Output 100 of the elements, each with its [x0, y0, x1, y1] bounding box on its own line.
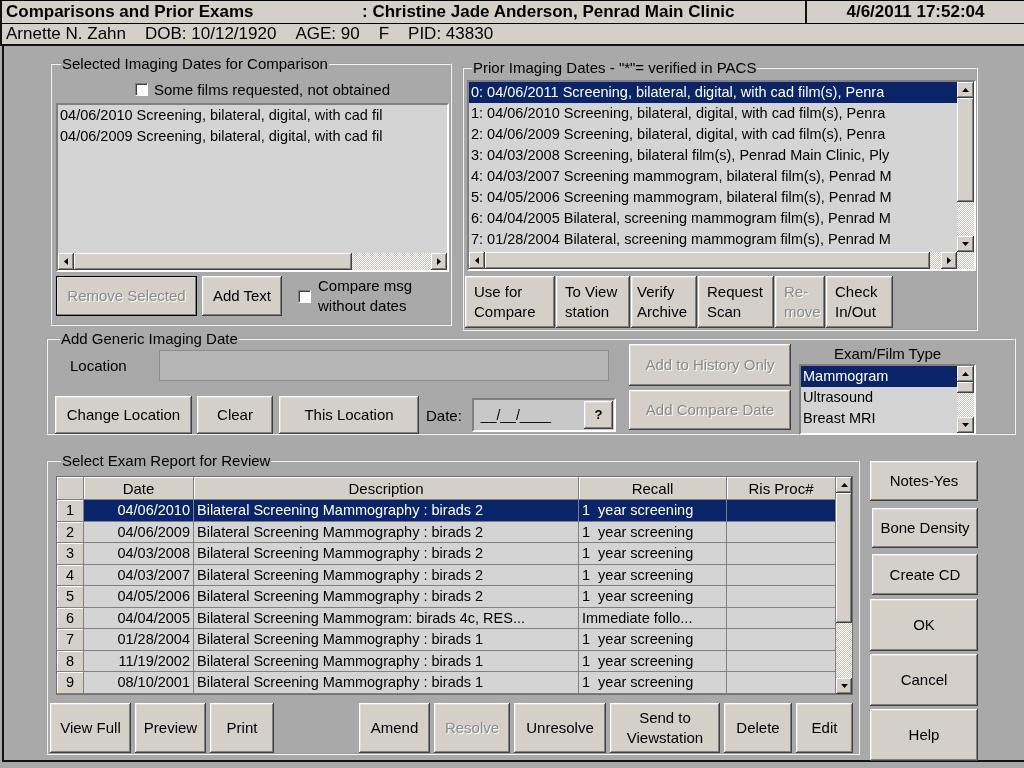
request-scan-button[interactable]: Request Scan — [698, 276, 774, 328]
table-cell: 04/06/2010 — [84, 500, 194, 522]
table-cell: 1 year screening — [579, 672, 727, 694]
table-cell: 1 year screening — [579, 629, 727, 651]
selected-dates-list[interactable]: 04/06/2010 Screening, bilateral, digital, with cad fil 04/06/2009 Screening, bilateral, digital, with cad fil — [56, 103, 449, 272]
table-row[interactable]: 11/19/2002 Bilateral Screening Mammography : birads 1 1 year screening — [84, 650, 836, 672]
vertical-scrollbar[interactable] — [836, 477, 852, 694]
table-cell: 1 year screening — [579, 543, 727, 565]
patient-name: Arnette N. Zahn — [6, 24, 126, 44]
checkbox-label: Some films requested, not obtained — [154, 80, 390, 98]
preview-button[interactable]: Preview — [135, 703, 206, 753]
checkbox[interactable] — [135, 82, 148, 96]
edit-button[interactable]: Edit — [796, 703, 853, 753]
table-row[interactable]: 08/10/2001 Bilateral Screening Mammography : birads 1 1 year screening — [84, 672, 836, 694]
table-row[interactable]: 04/06/2010 Bilateral Screening Mammography : birads 2 1 year screening — [84, 500, 836, 522]
bone-density-button[interactable]: Bone Density — [872, 508, 978, 548]
to-viewstation-button[interactable]: To View station — [556, 276, 630, 328]
location-field[interactable] — [159, 349, 609, 381]
scrollbar-thumb[interactable] — [836, 493, 852, 623]
table-cell: 04/03/2008 — [84, 543, 194, 565]
list-item[interactable]: 1: 04/06/2010 Screening, bilateral, digital, with cad film(s), Penra — [469, 103, 957, 124]
table-row[interactable]: 04/05/2006 Bilateral Screening Mammography : birads 2 1 year screening — [84, 586, 836, 608]
view-full-button[interactable]: View Full — [50, 703, 131, 753]
table-row[interactable]: 01/28/2004 Bilateral Screening Mammography : birads 1 1 year screening — [84, 629, 836, 651]
column-header[interactable]: Recall — [579, 477, 727, 500]
vertical-scrollbar[interactable] — [957, 82, 974, 252]
check-in-out-button[interactable]: Check In/Out — [826, 276, 893, 328]
scroll-right-button[interactable] — [431, 253, 447, 270]
arrow-right-icon — [437, 258, 441, 265]
scroll-right-button[interactable] — [941, 252, 957, 269]
unresolve-button[interactable]: Unresolve — [514, 703, 606, 753]
help-button[interactable]: Help — [870, 709, 978, 761]
amend-button[interactable]: Amend — [359, 703, 430, 753]
list-item[interactable]: 0: 04/06/2011 Screening, bilateral, digital, with cad film(s), Penra — [469, 82, 957, 103]
use-for-compare-button[interactable]: Use for Compare — [465, 276, 555, 328]
date-label: Date: — [426, 406, 462, 424]
list-item[interactable]: 3: 04/03/2008 Screening, bilateral film(s), Penrad Main Clinic, Ply — [469, 145, 957, 166]
date-help-button[interactable]: ? — [583, 401, 613, 429]
notes-button[interactable]: Notes-Yes — [870, 461, 978, 501]
ok-button[interactable]: OK — [870, 599, 978, 651]
group-title: Select Exam Report for Review — [61, 453, 272, 469]
table-cell: Bilateral Screening Mammography : birads 1 — [194, 629, 579, 651]
date-field[interactable]: __/__/____ ? — [471, 398, 616, 432]
arrow-left-icon — [475, 257, 479, 264]
scroll-left-button[interactable] — [469, 252, 485, 269]
column-header[interactable]: Ris Proc# — [727, 477, 836, 500]
column-header[interactable]: Description — [194, 477, 579, 500]
table-cell: 1 year screening — [579, 586, 727, 608]
list-item[interactable]: 7: 01/28/2004 Bilateral, screening mammogram film(s), Penrad M — [469, 229, 957, 250]
list-item[interactable]: 6: 04/04/2005 Bilateral, screening mammogram film(s), Penrad M — [469, 208, 957, 229]
list-item[interactable]: Breast MRI — [801, 408, 957, 429]
row-number: 5 — [57, 586, 84, 608]
arrow-down-icon — [840, 684, 848, 688]
table-row[interactable]: 04/03/2008 Bilateral Screening Mammography : birads 2 1 year screening — [84, 543, 836, 565]
scroll-down-button[interactable] — [957, 417, 974, 433]
row-number: 3 — [57, 543, 84, 565]
list-item[interactable]: 5: 04/05/2006 Screening mammogram, bilateral film(s), Penrad M — [469, 187, 957, 208]
row-number: 9 — [57, 672, 84, 694]
row-number: 2 — [57, 521, 84, 543]
scrollbar-thumb[interactable] — [957, 382, 974, 393]
cancel-button[interactable]: Cancel — [870, 654, 978, 706]
send-to-viewstation-button[interactable]: Send to Viewstation — [610, 703, 720, 753]
delete-button[interactable]: Delete — [724, 703, 792, 753]
table-row[interactable]: 04/04/2005 Bilateral Screening Mammogram: birads 4c, RES... Immediate follo... — [84, 607, 836, 629]
verify-archive-button[interactable]: Verify Archive — [631, 276, 697, 328]
scroll-up-button[interactable] — [836, 477, 852, 493]
print-button[interactable]: Print — [210, 703, 274, 753]
exam-type-list[interactable]: Mammogram Ultrasound Breast MRI — [799, 364, 976, 435]
scroll-up-button[interactable] — [957, 366, 974, 382]
column-header[interactable]: Date — [84, 477, 194, 500]
group-title: Add Generic Imaging Date — [60, 331, 239, 347]
scroll-down-button[interactable] — [957, 236, 974, 252]
list-item[interactable]: 4: 04/03/2007 Screening mammogram, bilateral film(s), Penrad M — [469, 166, 957, 187]
table-cell: Bilateral Screening Mammography : birads 2 — [194, 586, 579, 608]
change-location-button[interactable]: Change Location — [55, 396, 192, 434]
clinic-title: : Christine Jade Anderson, Penrad Main Clinic — [362, 2, 735, 22]
table-row[interactable]: 04/06/2009 Bilateral Screening Mammography : birads 2 1 year screening — [84, 521, 836, 543]
patient-age: AGE: 90 — [295, 24, 360, 44]
scroll-left-button[interactable] — [58, 253, 74, 270]
scrollbar-thumb[interactable] — [957, 98, 974, 202]
table-row[interactable]: 04/03/2007 Bilateral Screening Mammography : birads 2 1 year screening — [84, 564, 836, 586]
scroll-down-button[interactable] — [836, 678, 852, 694]
list-item[interactable]: Mammogram — [801, 366, 957, 387]
table-cell: Bilateral Screening Mammography : birads 2 — [194, 543, 579, 565]
clear-button[interactable]: Clear — [197, 396, 273, 434]
horizontal-scrollbar[interactable] — [58, 253, 447, 270]
add-text-button[interactable]: Add Text — [202, 276, 282, 316]
table-cell: 08/10/2001 — [84, 672, 194, 694]
prior-dates-list[interactable] — [467, 80, 976, 271]
this-location-button[interactable]: This Location — [279, 396, 419, 434]
list-item[interactable]: 04/06/2009 Screening, bilateral, digital, with cad fil — [58, 126, 447, 147]
vertical-scrollbar[interactable] — [957, 366, 974, 433]
scroll-up-button[interactable] — [957, 82, 974, 98]
list-item[interactable]: Ultrasound — [801, 387, 957, 408]
checkbox[interactable] — [298, 289, 311, 303]
create-cd-button[interactable]: Create CD — [872, 554, 978, 595]
scrollbar-thumb[interactable] — [74, 253, 352, 270]
group-title: Prior Imaging Dates - "*"= verified in PACS — [472, 60, 758, 76]
list-item[interactable]: 04/06/2010 Screening, bilateral, digital, with cad fil — [58, 105, 447, 126]
list-item[interactable]: 2: 04/06/2009 Screening, bilateral, digital, with cad film(s), Penra — [469, 124, 957, 145]
